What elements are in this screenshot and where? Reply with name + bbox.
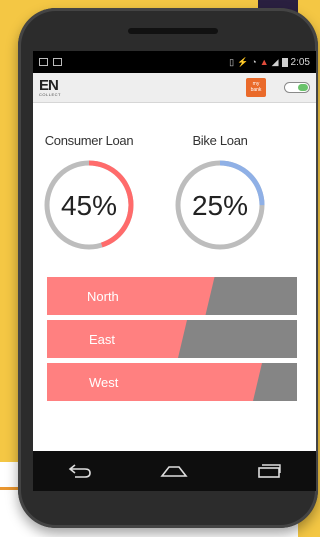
signal-icon: ◢ bbox=[271, 56, 279, 67]
alert-icon: ▲ bbox=[259, 57, 269, 67]
region-bars: North East West bbox=[47, 277, 297, 406]
region-bar-north[interactable]: North bbox=[47, 277, 297, 315]
region-bar-east[interactable]: East bbox=[47, 320, 297, 358]
region-bar-fill bbox=[47, 277, 215, 315]
image-notification-icon bbox=[53, 58, 62, 66]
gauge-title: Bike Loan bbox=[192, 133, 248, 148]
gauge-ring: 45% bbox=[44, 160, 134, 250]
recent-apps-button[interactable] bbox=[249, 458, 289, 484]
bank-logo-button[interactable]: my bank bbox=[246, 78, 266, 97]
phone-speaker bbox=[128, 28, 218, 34]
back-button[interactable] bbox=[60, 458, 100, 484]
gauge-ring: 25% bbox=[175, 160, 265, 250]
region-bar-fill bbox=[47, 320, 187, 358]
home-icon bbox=[160, 466, 189, 477]
home-button[interactable] bbox=[154, 458, 194, 484]
gauge-consumer-loan: Consumer Loan 45% bbox=[34, 133, 144, 251]
bank-logo-line2: bank bbox=[250, 86, 262, 93]
gauge-percent-label: 25% bbox=[192, 190, 248, 221]
recent-apps-icon bbox=[258, 464, 281, 478]
toggle-knob bbox=[298, 84, 308, 91]
region-label: East bbox=[89, 331, 116, 347]
status-bar: ▯ ⚡ ◔ ▲ ◢ 2:05 bbox=[33, 51, 316, 73]
region-bar-west[interactable]: West bbox=[47, 363, 297, 401]
system-nav-bar bbox=[33, 451, 316, 491]
app-logo: EN COLLECT bbox=[39, 78, 61, 97]
wifi-icon: ◔ bbox=[251, 57, 257, 67]
battery-icon bbox=[281, 57, 288, 67]
region-label: North bbox=[87, 288, 119, 304]
region-bar-fill bbox=[47, 363, 262, 401]
status-time: 2:05 bbox=[290, 56, 310, 68]
gauge-percent-label: 45% bbox=[61, 190, 117, 221]
screenshot-notification-icon bbox=[39, 58, 48, 66]
back-icon bbox=[68, 464, 91, 478]
phone-screen: ▯ ⚡ ◔ ▲ ◢ 2:05 EN COLLECT my bank Consum… bbox=[33, 51, 316, 491]
mute-icon: ⚡ bbox=[237, 56, 249, 67]
toggle-switch[interactable] bbox=[284, 82, 310, 93]
logo-main-text: EN bbox=[39, 77, 59, 94]
vibrate-icon: ▯ bbox=[229, 56, 235, 67]
dashboard-content: Consumer Loan 45% Bike Loan 25% North Ea… bbox=[33, 103, 316, 423]
gauge-title: Consumer Loan bbox=[44, 133, 134, 148]
gauge-bike-loan: Bike Loan 25% bbox=[165, 133, 275, 251]
app-bar: EN COLLECT my bank bbox=[33, 73, 316, 103]
logo-sub-text: COLLECT bbox=[39, 92, 61, 97]
phone-frame: ▯ ⚡ ◔ ▲ ◢ 2:05 EN COLLECT my bank Consum… bbox=[18, 8, 318, 528]
region-label: West bbox=[89, 374, 119, 390]
